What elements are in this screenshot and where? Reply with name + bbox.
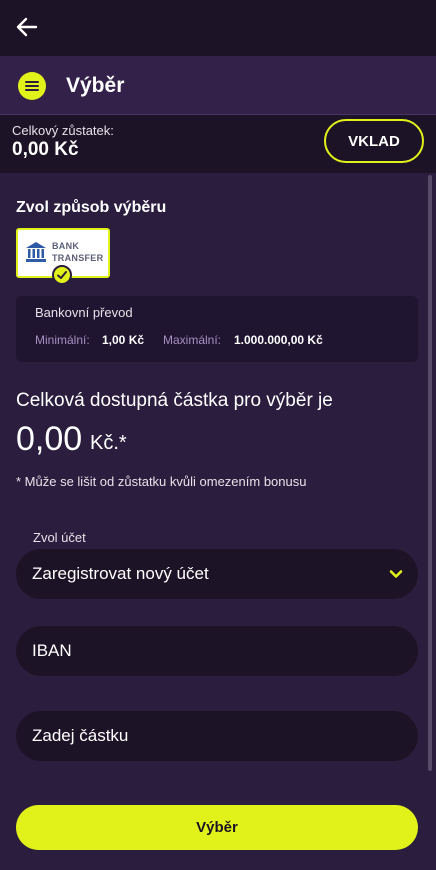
amount-placeholder: Zadej částku	[32, 726, 129, 745]
bonus-note: * Může se lišit od zůstatku kvůli omezen…	[16, 474, 307, 489]
balance-value: 0,00 Kč	[12, 139, 79, 160]
amount-field[interactable]: Zadej částku	[16, 711, 418, 761]
bank-transfer-label: BANK TRANSFER	[52, 241, 104, 263]
available-label: Celková dostupná částka pro výběr je	[16, 390, 333, 411]
bank-icon	[24, 240, 48, 264]
check-icon	[52, 265, 72, 285]
available-amount: 0,00	[16, 420, 83, 458]
iban-placeholder: IBAN	[32, 641, 72, 660]
max-label: Maximální:	[163, 333, 222, 347]
menu-icon[interactable]	[18, 72, 46, 100]
account-select-value: Zaregistrovat nový účet	[32, 564, 209, 583]
deposit-button[interactable]: VKLAD	[324, 119, 424, 163]
available-currency: Kč.*	[90, 432, 127, 454]
back-arrow-icon[interactable]	[14, 14, 40, 40]
withdraw-button[interactable]: Výběr	[16, 805, 418, 850]
method-section-title: Zvol způsob výběru	[16, 199, 167, 216]
account-label: Zvol účet	[33, 530, 86, 545]
min-label: Minimální:	[35, 333, 90, 347]
page-title: Výběr	[66, 74, 125, 97]
balance-label: Celkový zůstatek:	[12, 123, 114, 138]
min-value: 1,00 Kč	[102, 333, 145, 347]
iban-field[interactable]: IBAN	[16, 626, 418, 676]
top-bar	[0, 0, 436, 56]
scrollbar[interactable]	[428, 175, 432, 771]
account-select[interactable]: Zaregistrovat nový účet	[16, 549, 418, 599]
chevron-down-icon	[388, 566, 404, 582]
max-value: 1.000.000,00 Kč	[234, 333, 323, 347]
method-name: Bankovní převod	[35, 305, 133, 320]
